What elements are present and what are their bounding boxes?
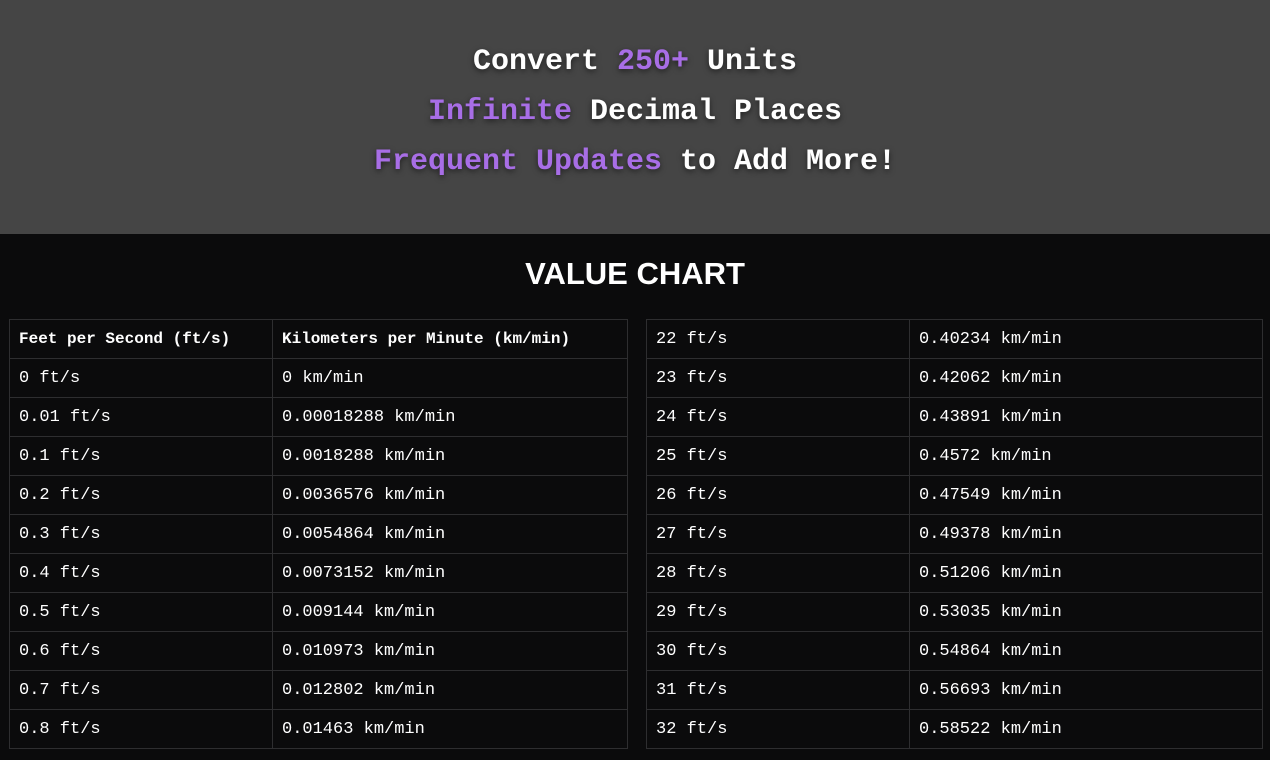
table-row: 0.3 ft/s 0.0054864 km/min (9, 514, 628, 554)
table-row: 0.4 ft/s 0.0073152 km/min (9, 553, 628, 593)
cell-fts-value: 0.1 ft/s (9, 436, 273, 476)
cell-fts-value: 29 ft/s (646, 592, 910, 632)
cell-fts-value: 22 ft/s (646, 319, 910, 359)
hero-banner: Convert 250+ Units Infinite Decimal Plac… (0, 0, 1270, 234)
cell-fts-value: 0.5 ft/s (9, 592, 273, 632)
hero-line-units: Convert 250+ Units (0, 44, 1270, 80)
table-row: 0.1 ft/s 0.0018288 km/min (9, 436, 628, 476)
cell-fts-value: 0.6 ft/s (9, 631, 273, 671)
table-row: 25 ft/s 0.4572 km/min (646, 436, 1263, 476)
cell-fts-value: 32 ft/s (646, 709, 910, 749)
table-row: 28 ft/s 0.51206 km/min (646, 553, 1263, 593)
cell-fts-value: 26 ft/s (646, 475, 910, 515)
cell-fts-value: 23 ft/s (646, 358, 910, 398)
cell-kmmin-value: 0 km/min (272, 358, 628, 398)
cell-kmmin-value: 0.49378 km/min (909, 514, 1263, 554)
table-row: 0.7 ft/s 0.012802 km/min (9, 670, 628, 710)
cell-kmmin-value: 0.42062 km/min (909, 358, 1263, 398)
cell-kmmin-value: 0.0054864 km/min (272, 514, 628, 554)
cell-kmmin-value: 0.47549 km/min (909, 475, 1263, 515)
hero-text: Convert (472, 45, 617, 79)
value-chart-section: VALUE CHART Feet per Second (ft/s) Kilom… (0, 234, 1270, 760)
table-row: 0.5 ft/s 0.009144 km/min (9, 592, 628, 632)
cell-kmmin-value: 0.009144 km/min (272, 592, 628, 632)
hero-line-decimals: Infinite Decimal Places (0, 94, 1270, 130)
cell-fts-value: 0.8 ft/s (9, 709, 273, 749)
table-row: 0.6 ft/s 0.010973 km/min (9, 631, 628, 671)
table-row: 31 ft/s 0.56693 km/min (646, 670, 1263, 710)
cell-fts-value: 0.2 ft/s (9, 475, 273, 515)
table-row: 23 ft/s 0.42062 km/min (646, 358, 1263, 398)
cell-fts-value: 28 ft/s (646, 553, 910, 593)
cell-kmmin-value: 0.53035 km/min (909, 592, 1263, 632)
table-row: 30 ft/s 0.54864 km/min (646, 631, 1263, 671)
hero-text: Units (689, 45, 798, 79)
hero-line-updates: Frequent Updates to Add More! (0, 144, 1270, 180)
table-row: 0.2 ft/s 0.0036576 km/min (9, 475, 628, 515)
cell-kmmin-value: 0.010973 km/min (272, 631, 628, 671)
cell-kmmin-value: 0.56693 km/min (909, 670, 1263, 710)
cell-fts-value: 0.01 ft/s (9, 397, 273, 437)
cell-kmmin-value: 0.58522 km/min (909, 709, 1263, 749)
column-header-kmmin: Kilometers per Minute (km/min) (272, 319, 628, 359)
cell-kmmin-value: 0.0036576 km/min (272, 475, 628, 515)
cell-kmmin-value: 0.0073152 km/min (272, 553, 628, 593)
cell-fts-value: 0 ft/s (9, 358, 273, 398)
value-table-right: 22 ft/s 0.40234 km/min 23 ft/s 0.42062 km/m… (646, 319, 1263, 749)
cell-kmmin-value: 0.4572 km/min (909, 436, 1263, 476)
table-header-row: Feet per Second (ft/s) Kilometers per Mi… (9, 319, 628, 359)
hero-text: to Add More! (662, 145, 897, 179)
table-row: 26 ft/s 0.47549 km/min (646, 475, 1263, 515)
cell-kmmin-value: 0.012802 km/min (272, 670, 628, 710)
table-row: 24 ft/s 0.43891 km/min (646, 397, 1263, 437)
cell-fts-value: 0.3 ft/s (9, 514, 273, 554)
cell-kmmin-value: 0.01463 km/min (272, 709, 628, 749)
table-row: 29 ft/s 0.53035 km/min (646, 592, 1263, 632)
table-row: 0 ft/s 0 km/min (9, 358, 628, 398)
cell-fts-value: 0.4 ft/s (9, 553, 273, 593)
table-row: 32 ft/s 0.58522 km/min (646, 709, 1263, 749)
cell-kmmin-value: 0.51206 km/min (909, 553, 1263, 593)
cell-kmmin-value: 0.0018288 km/min (272, 436, 628, 476)
value-table-left: Feet per Second (ft/s) Kilometers per Mi… (9, 319, 628, 749)
table-row: 0.01 ft/s 0.00018288 km/min (9, 397, 628, 437)
table-row: 22 ft/s 0.40234 km/min (646, 319, 1263, 359)
hero-highlight: Frequent Updates (373, 145, 662, 179)
cell-fts-value: 31 ft/s (646, 670, 910, 710)
column-header-fts: Feet per Second (ft/s) (9, 319, 273, 359)
hero-highlight: 250+ (616, 45, 689, 79)
cell-fts-value: 0.7 ft/s (9, 670, 273, 710)
cell-kmmin-value: 0.54864 km/min (909, 631, 1263, 671)
cell-fts-value: 25 ft/s (646, 436, 910, 476)
cell-kmmin-value: 0.40234 km/min (909, 319, 1263, 359)
cell-kmmin-value: 0.43891 km/min (909, 397, 1263, 437)
table-row: 27 ft/s 0.49378 km/min (646, 514, 1263, 554)
cell-kmmin-value: 0.00018288 km/min (272, 397, 628, 437)
cell-fts-value: 30 ft/s (646, 631, 910, 671)
cell-fts-value: 27 ft/s (646, 514, 910, 554)
chart-title: VALUE CHART (525, 256, 745, 291)
table-row: 0.8 ft/s 0.01463 km/min (9, 709, 628, 749)
cell-fts-value: 24 ft/s (646, 397, 910, 437)
hero-text: Decimal Places (571, 95, 843, 129)
hero-highlight: Infinite (427, 95, 572, 129)
